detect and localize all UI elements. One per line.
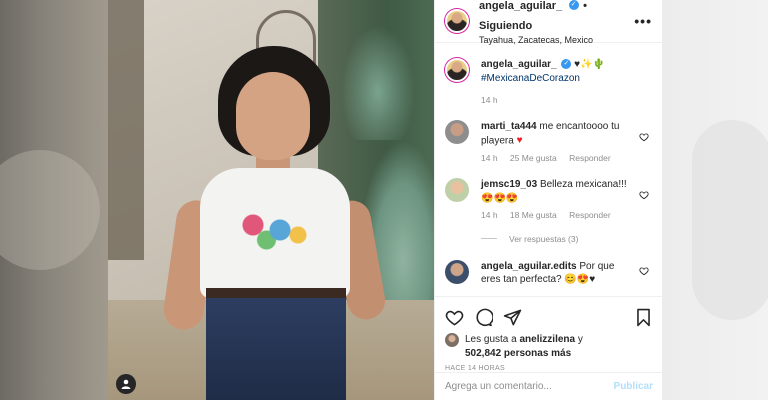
caption: angela_aguilar_ ✓ ♥✨🌵 #MexicanaDeCorazon… (435, 58, 663, 106)
more-options-icon[interactable]: ••• (634, 13, 652, 29)
comment-item: marti_ta444 me encantoooo tu playera ♥ 1… (435, 120, 663, 164)
add-comment-bar: Publicar (435, 372, 663, 400)
avatar[interactable] (445, 9, 469, 33)
likes-count[interactable]: 502,842 personas más (465, 348, 571, 359)
reply-button[interactable]: Responder (569, 210, 611, 220)
comment-username[interactable]: jemsc19_03 (481, 179, 537, 190)
comments-list[interactable]: angela_aguilar_ ✓ ♥✨🌵 #MexicanaDeCorazon… (435, 44, 663, 294)
post-comment-button[interactable]: Publicar (614, 381, 653, 392)
verified-badge-icon: ✓ (568, 0, 579, 11)
avatar[interactable] (445, 178, 469, 203)
comment-time: 14 h (481, 210, 498, 221)
follow-status-button[interactable]: Siguiendo (479, 20, 532, 32)
post-actions: Les gusta a anelizzilena y 502,842 perso… (435, 296, 663, 372)
avatar[interactable] (445, 58, 469, 82)
caption-time: 14 h (481, 95, 498, 105)
comment-emoji: 😊😍♥ (564, 274, 596, 286)
comment-text: Belleza mexicana!!! (539, 179, 627, 191)
hashtag-link[interactable]: #MexicanaDeCorazon (481, 72, 635, 86)
post-username[interactable]: angela_aguilar_ (479, 0, 562, 12)
comment-likes[interactable]: 25 Me gusta (510, 153, 557, 163)
caption-username[interactable]: angela_aguilar_ (481, 59, 557, 70)
likes-summary: Les gusta a anelizzilena y 502,842 perso… (445, 333, 653, 360)
post-panel: angela_aguilar_ ✓ • Siguiendo Tayahua, Z… (434, 0, 663, 400)
comment-item: angela_aguilar.edits Por que eres tan pe… (435, 259, 663, 287)
verified-badge-icon: ✓ (561, 59, 572, 70)
caption-emojis: ♥✨🌵 (574, 59, 605, 70)
comment-time: 14 h (481, 152, 498, 163)
comment-username[interactable]: angela_aguilar.edits (481, 261, 577, 272)
liker-username[interactable]: anelizzilena (520, 334, 576, 345)
like-heart-icon[interactable] (445, 308, 464, 327)
share-send-icon[interactable] (503, 308, 522, 327)
like-comment-heart-icon[interactable] (639, 190, 649, 200)
avatar[interactable] (445, 333, 459, 347)
user-silhouette-icon[interactable] (116, 374, 136, 394)
comment-emoji: ♥ (516, 134, 523, 146)
post-header: angela_aguilar_ ✓ • Siguiendo Tayahua, Z… (435, 0, 662, 45)
background-right (662, 0, 768, 400)
comment-emoji: 😍😍😍 (481, 192, 519, 204)
post-photo[interactable] (108, 0, 434, 400)
like-comment-heart-icon[interactable] (639, 266, 649, 276)
post-timestamp: HACE 14 HORAS (445, 365, 505, 372)
background-left (0, 0, 108, 400)
comment-item: jemsc19_03 Belleza mexicana!!! 😍😍😍 14 h … (435, 178, 663, 221)
avatar[interactable] (445, 120, 469, 145)
view-replies-button[interactable]: Ver respuestas (3) (481, 234, 663, 244)
comment-likes[interactable]: 18 Me gusta (510, 210, 557, 220)
follow-separator: • (583, 0, 587, 13)
bookmark-icon[interactable] (634, 308, 653, 327)
comment-username[interactable]: marti_ta444 (481, 121, 537, 132)
like-comment-heart-icon[interactable] (639, 132, 649, 142)
comment-bubble-icon[interactable] (474, 308, 493, 327)
reply-button[interactable]: Responder (569, 153, 611, 163)
comment-input[interactable] (445, 381, 614, 392)
avatar[interactable] (445, 259, 469, 284)
